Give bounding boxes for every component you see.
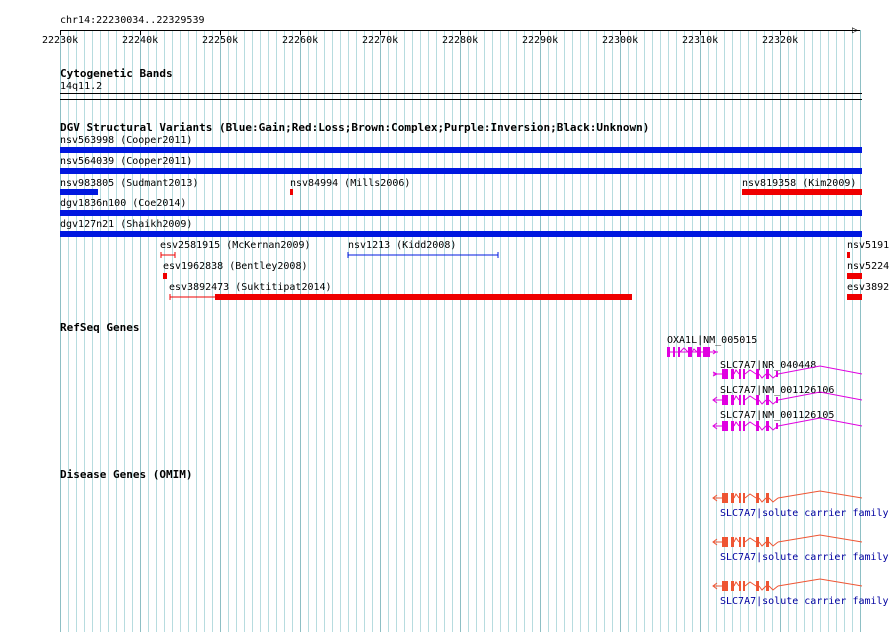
omim-slc7a7-model-1 (712, 490, 863, 503)
omim-gene-models (712, 490, 863, 591)
omim-gene-label[interactable]: SLC7A7|solute carrier family (720, 508, 889, 519)
omim-gene-label[interactable]: SLC7A7|solute carrier family (720, 596, 889, 607)
omim-slc7a7-model-2 (712, 534, 863, 547)
genome-browser-viewer[interactable]: chr14:22230034..22329539 ▷ 22230k 22240k 2… (0, 0, 890, 632)
omim-slc7a7-model-3 (712, 578, 863, 591)
omim-gene-label[interactable]: SLC7A7|solute carrier family (720, 552, 889, 563)
